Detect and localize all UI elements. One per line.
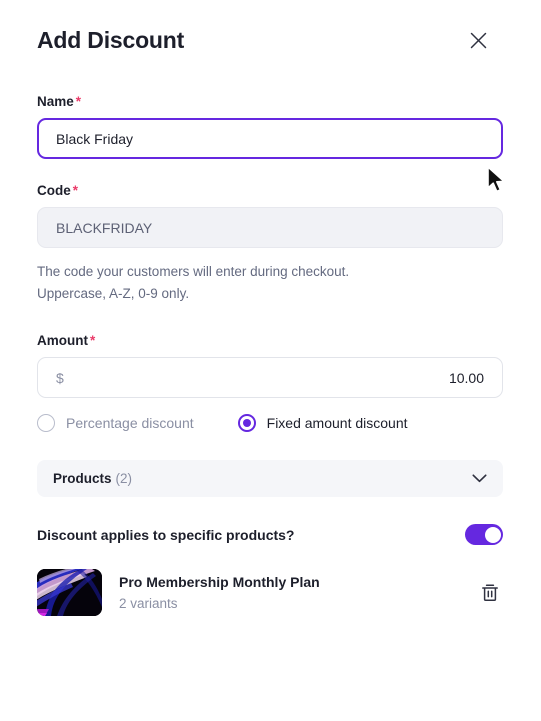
radio-percentage-label: Percentage discount	[66, 415, 194, 431]
add-discount-dialog: Add Discount Name * Black Friday Code * BL…	[0, 0, 541, 721]
radio-fixed-amount-discount[interactable]: Fixed amount discount	[237, 414, 408, 432]
code-helper-line-1: The code your customers will enter durin…	[37, 264, 350, 279]
name-label-text: Name	[37, 94, 74, 109]
trash-icon[interactable]	[477, 580, 503, 606]
required-asterisk: *	[72, 183, 79, 198]
amount-input-value: 10.00	[448, 369, 484, 386]
radio-icon-unselected	[37, 414, 55, 432]
name-input-value: Black Friday	[56, 130, 134, 147]
chevron-down-icon	[472, 470, 487, 488]
product-variants: 2 variants	[119, 596, 178, 611]
currency-prefix: $	[56, 369, 64, 386]
code-input-value: BLACKFRIDAY	[56, 219, 153, 236]
discount-type-radio-group: Percentage discount Fixed amount discoun…	[37, 414, 504, 432]
products-accordion-header[interactable]: Products (2)	[37, 460, 503, 497]
specific-products-label: Discount applies to specific products?	[37, 526, 295, 543]
radio-icon-selected	[237, 414, 256, 432]
products-count: (2)	[115, 471, 133, 486]
code-helper-text: The code your customers will enter durin…	[37, 261, 504, 305]
name-field-group: Name * Black Friday	[37, 94, 504, 159]
list-item[interactable]: Pro Membership Monthly Plan 2 variants	[37, 569, 503, 616]
required-asterisk: *	[75, 94, 82, 109]
code-helper-line-2: Uppercase, A-Z, 0-9 only.	[37, 286, 190, 301]
close-icon[interactable]	[465, 28, 491, 54]
name-input[interactable]: Black Friday	[37, 118, 503, 159]
amount-label-text: Amount	[37, 333, 88, 348]
toggle-knob	[484, 526, 501, 543]
code-label-text: Code	[37, 183, 71, 198]
amount-field-group: Amount * $ 10.00 Percentage discount Fixe…	[37, 333, 504, 432]
radio-fixed-amount-label: Fixed amount discount	[266, 415, 408, 431]
name-label: Name *	[37, 94, 504, 109]
code-field-group: Code * BLACKFRIDAY The code your customer…	[37, 183, 504, 305]
product-thumbnail	[37, 569, 102, 616]
code-input[interactable]: BLACKFRIDAY	[37, 207, 503, 248]
required-asterisk: *	[90, 333, 96, 348]
product-info: Pro Membership Monthly Plan 2 variants	[119, 574, 477, 611]
specific-products-toggle[interactable]	[465, 524, 503, 545]
code-label: Code *	[37, 183, 504, 198]
dialog-header: Add Discount	[37, 0, 504, 54]
radio-percentage-discount[interactable]: Percentage discount	[37, 414, 194, 432]
specific-products-row: Discount applies to specific products?	[37, 524, 503, 545]
amount-label: Amount *	[37, 333, 504, 348]
products-title-text: Products	[53, 471, 112, 486]
products-section-title: Products (2)	[53, 471, 132, 486]
product-name: Pro Membership Monthly Plan	[119, 574, 320, 590]
page-title: Add Discount	[37, 27, 185, 53]
amount-input[interactable]: $ 10.00	[37, 357, 503, 398]
